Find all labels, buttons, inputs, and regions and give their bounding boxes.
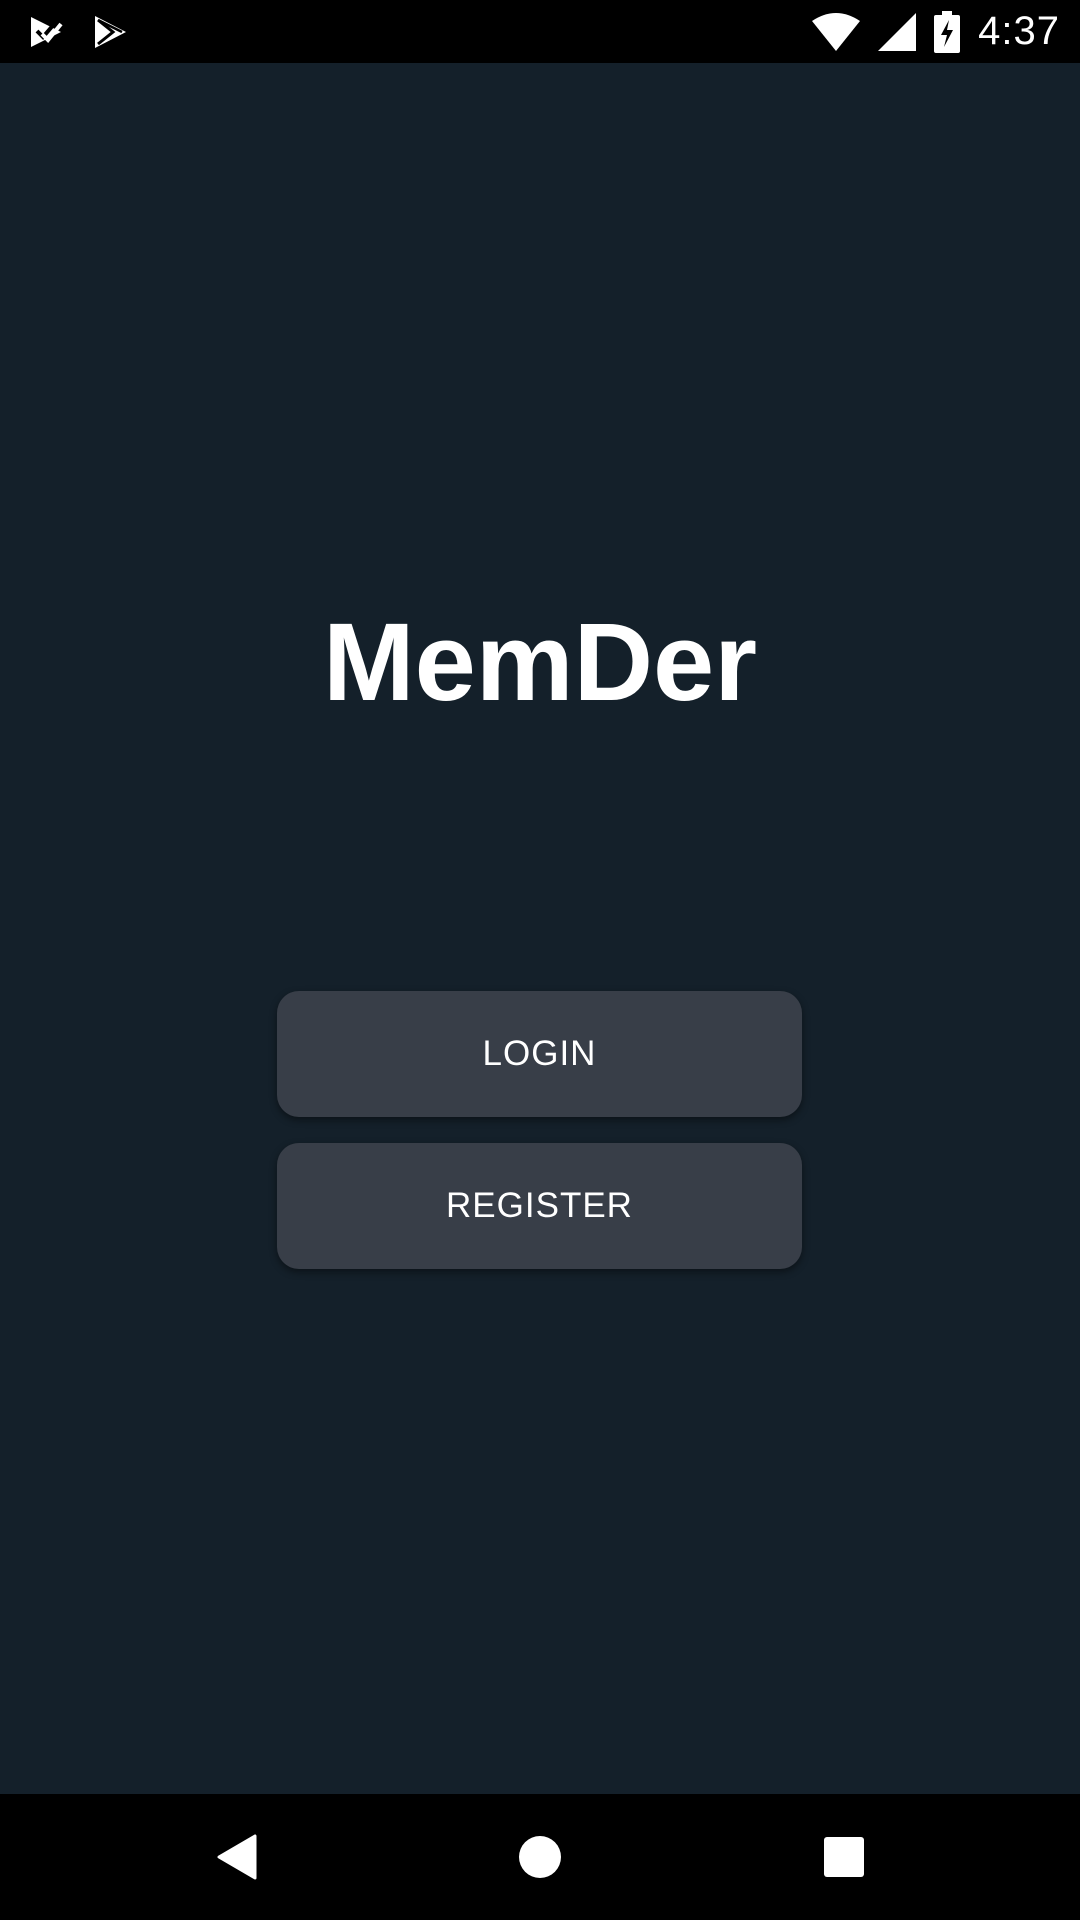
home-icon: [518, 1835, 562, 1879]
system-status: 4:37: [812, 0, 1060, 63]
recents-icon: [824, 1837, 864, 1877]
app-title: MemDer: [322, 601, 758, 724]
app-screen: 4:37 MemDer LOGIN REGISTER: [0, 0, 1080, 1920]
battery-charging-icon: [934, 10, 961, 53]
recents-button[interactable]: [764, 1794, 924, 1920]
status-bar: 4:37: [0, 0, 1080, 63]
home-button[interactable]: [460, 1794, 620, 1920]
wifi-icon: [812, 12, 861, 51]
task-check-icon: [28, 14, 64, 50]
navigation-bar: [0, 1794, 1080, 1920]
login-button[interactable]: LOGIN: [277, 991, 802, 1117]
login-button-label: LOGIN: [482, 1034, 597, 1073]
cell-signal-icon: [878, 12, 917, 51]
back-button[interactable]: [156, 1794, 316, 1920]
status-time: 4:37: [978, 9, 1060, 53]
notification-icons: [28, 12, 128, 52]
back-icon: [215, 1834, 257, 1880]
play-store-icon: [92, 14, 128, 50]
register-button-label: REGISTER: [446, 1186, 633, 1225]
register-button[interactable]: REGISTER: [277, 1143, 802, 1269]
